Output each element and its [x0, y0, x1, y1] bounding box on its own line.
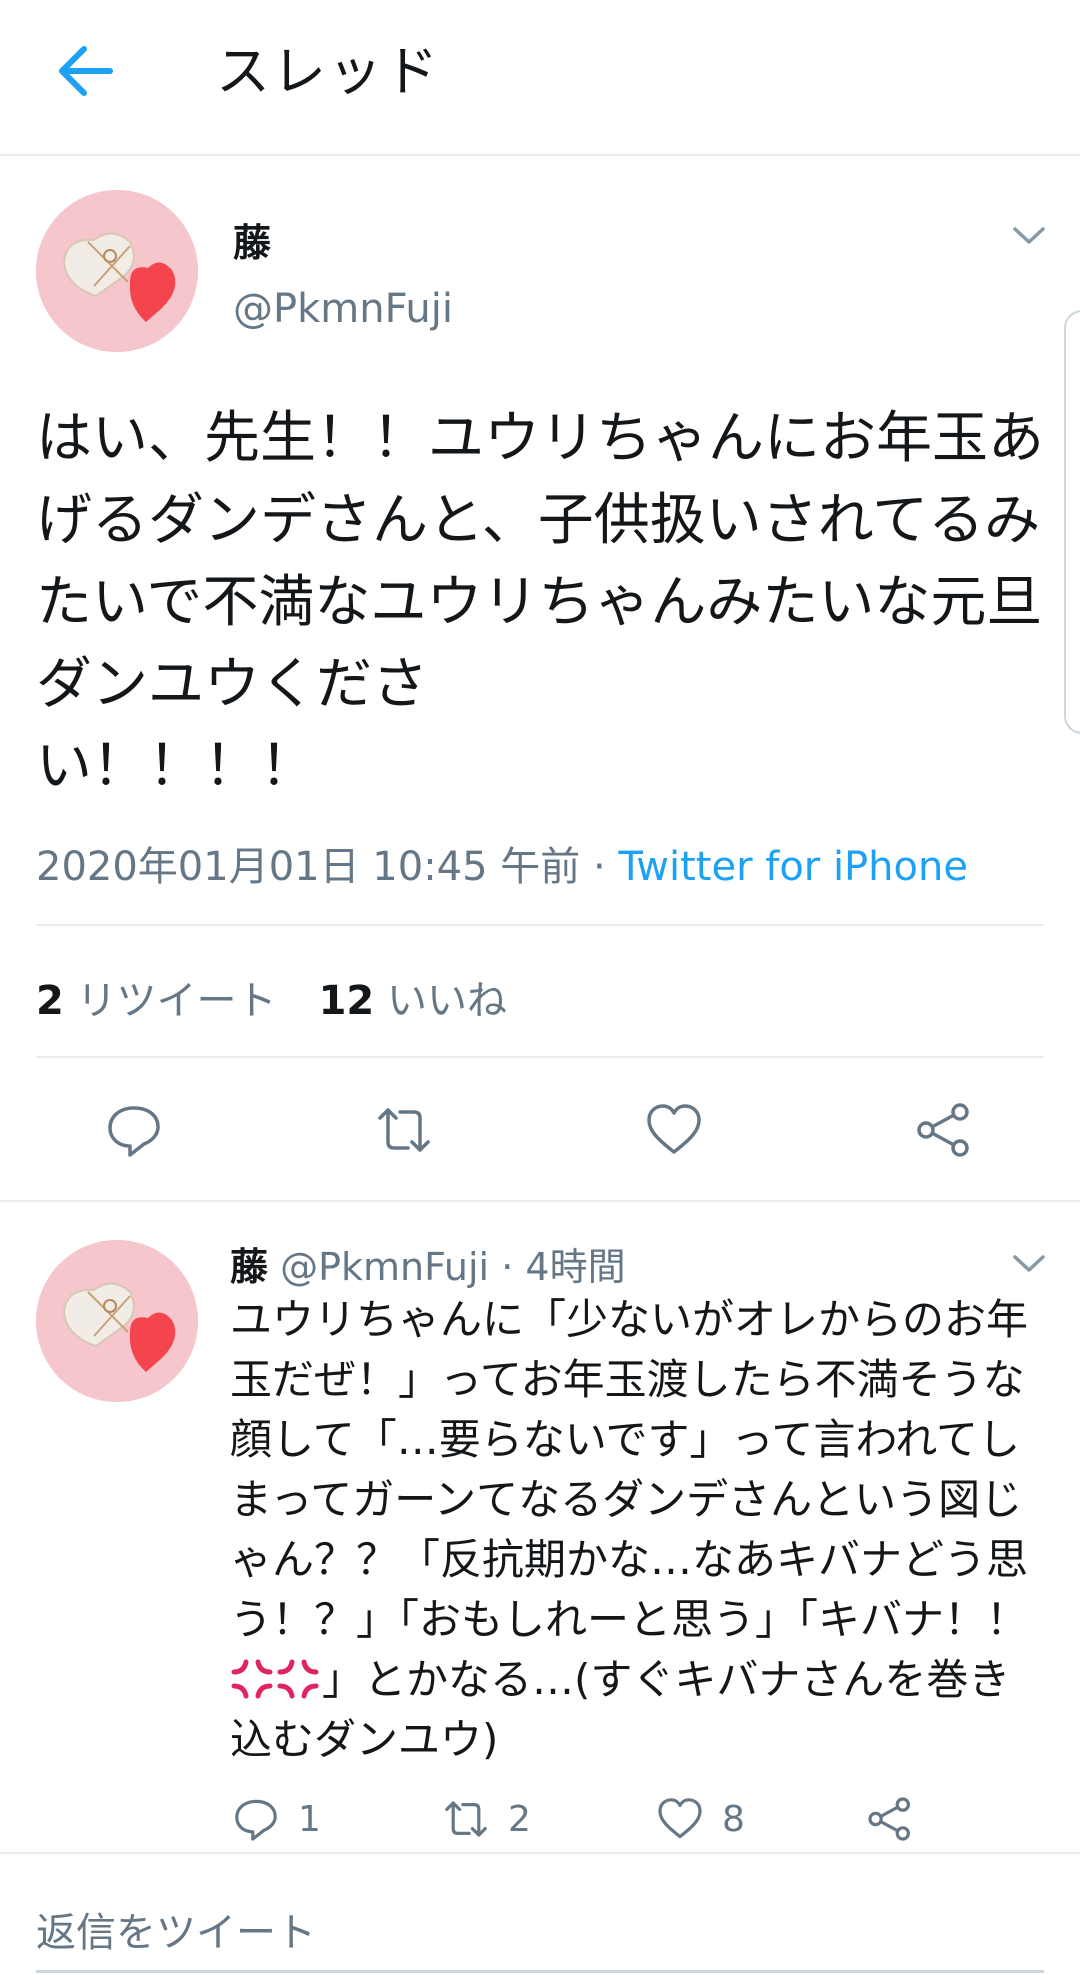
reply-action-retweet[interactable]: 2: [442, 1794, 531, 1844]
tweet-datetime: 2020年01月01日 10:45 午前: [36, 844, 581, 890]
likes-stat[interactable]: 12 いいね: [319, 978, 507, 1024]
avatar[interactable]: [36, 1240, 198, 1402]
divider: [36, 924, 1044, 926]
back-arrow-icon[interactable]: [54, 44, 114, 98]
reply-count: 1: [298, 1798, 321, 1840]
edge-panel-handle[interactable]: [1064, 310, 1080, 734]
avatar-image: [36, 1240, 198, 1402]
reply-header: 藤 @PkmnFuji · 4時間: [230, 1236, 626, 1291]
retweet-icon: [445, 1801, 487, 1837]
retweets-stat[interactable]: 2 リツイート: [36, 978, 277, 1024]
like-count: 8: [722, 1798, 745, 1840]
user-handle[interactable]: @PkmnFuji: [280, 1245, 489, 1289]
share-icon[interactable]: [914, 1100, 974, 1160]
reply-text: ユウリちゃんに「少ないがオレからのお年玉だぜ！」ってお年玉渡したら不満そうな顔し…: [230, 1290, 1050, 1770]
chevron-down-icon[interactable]: [1012, 1254, 1046, 1274]
anger-symbol-icon: [277, 1659, 319, 1699]
retweets-label: リツイート: [76, 978, 277, 1024]
display-name[interactable]: 藤: [233, 212, 271, 267]
avatar-image: [36, 190, 198, 352]
share-icon: [868, 1797, 910, 1841]
retweet-count: 2: [508, 1798, 531, 1840]
tweet-meta: 2020年01月01日 10:45 午前 · Twitter for iPhon…: [36, 834, 968, 892]
anger-symbol-icon: [231, 1659, 273, 1699]
reply-action-share[interactable]: [866, 1794, 914, 1844]
likes-count: 12: [318, 978, 375, 1024]
reply-text-part: 」とかなる…(すぐキバナさんを巻き込むダンユウ): [230, 1655, 1011, 1764]
divider: [0, 1852, 1080, 1854]
display-name[interactable]: 藤: [230, 1245, 268, 1289]
retweets-count: 2: [36, 978, 64, 1024]
reply-text-part: ユウリちゃんに「少ないがオレからのお年玉だぜ！」ってお年玉渡したら不満そうな顔し…: [230, 1295, 1029, 1644]
divider: [0, 1200, 1080, 1202]
avatar[interactable]: [36, 190, 198, 352]
reply-icon[interactable]: [104, 1100, 164, 1160]
reply-compose-input[interactable]: 返信をツイート: [36, 1900, 316, 1958]
chevron-down-icon[interactable]: [1012, 226, 1046, 246]
reply-icon: [235, 1799, 277, 1841]
tweet-source-link[interactable]: Twitter for iPhone: [618, 844, 968, 890]
like-icon: [658, 1798, 702, 1839]
page-title: スレッド: [216, 40, 440, 103]
tweet-text: はい、先生！！ユウリちゃんにお年玉あげるダンデさんと、子供扱いされてるみたいで不…: [36, 406, 1044, 799]
top-bar: スレッド: [0, 0, 1080, 156]
likes-label: いいね: [386, 978, 507, 1024]
user-handle[interactable]: @PkmnFuji: [233, 286, 453, 332]
meta-separator: ·: [580, 844, 619, 890]
tweet-stats: 2 リツイート 12 いいね: [36, 968, 507, 1026]
divider: [36, 1056, 1044, 1058]
reply-action-reply[interactable]: 1: [232, 1794, 321, 1844]
retweet-icon[interactable]: [374, 1100, 434, 1160]
reply-action-like[interactable]: 8: [656, 1794, 745, 1844]
compose-underline: [36, 1970, 1044, 1973]
meta-separator: ·: [501, 1245, 514, 1289]
like-icon[interactable]: [644, 1100, 704, 1160]
reply-time[interactable]: 4時間: [525, 1245, 625, 1289]
